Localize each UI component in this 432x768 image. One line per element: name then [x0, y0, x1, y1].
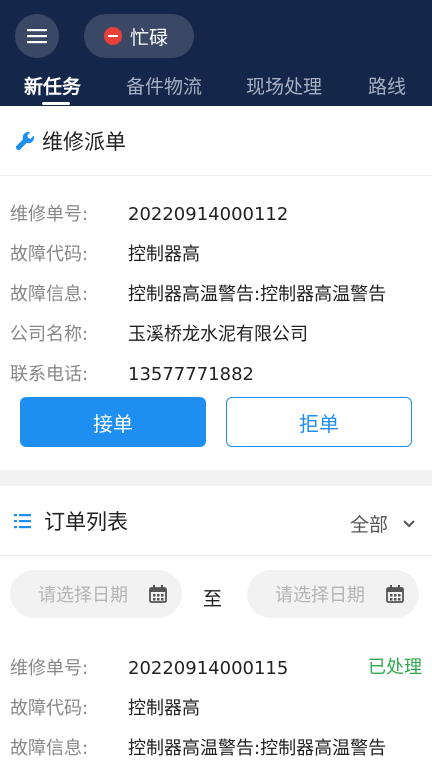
- field-label: 公司名称:: [10, 324, 89, 345]
- wrench-icon: [15, 131, 35, 150]
- field-value: 控制器高: [128, 698, 200, 719]
- busy-icon: [104, 27, 122, 45]
- date-placeholder: 请选择日期: [275, 585, 365, 606]
- end-date-input[interactable]: 请选择日期: [247, 570, 419, 618]
- tab-onsite[interactable]: 现场处理: [246, 72, 322, 99]
- calendar-icon: [386, 585, 404, 603]
- start-date-input[interactable]: 请选择日期: [10, 570, 182, 618]
- menu-button[interactable]: [15, 14, 59, 58]
- field-value: 20220914000112: [128, 204, 289, 225]
- field-value: 玉溪桥龙水泥有限公司: [128, 324, 308, 345]
- field-label: 维修单号:: [10, 204, 89, 225]
- field-label: 故障代码:: [10, 244, 89, 265]
- reject-button[interactable]: 拒单: [226, 397, 412, 447]
- field-value: 控制器高温警告:控制器高温警告: [128, 284, 387, 305]
- field-fault-code: 故障代码: 控制器高: [10, 240, 200, 266]
- field-value: 20220914000115: [128, 658, 289, 679]
- active-tab-indicator: [42, 102, 70, 105]
- dispatch-header: 维修派单: [0, 106, 432, 176]
- field-value: 13577771882: [128, 364, 254, 385]
- app-header: 忙碌 新任务 备件物流 现场处理 路线: [0, 0, 432, 106]
- calendar-icon: [149, 585, 167, 603]
- field-fault-info: 故障信息: 控制器高温警告:控制器高温警告: [10, 734, 386, 760]
- chevron-down-icon: [403, 519, 415, 527]
- field-value: 控制器高温警告:控制器高温警告: [128, 738, 387, 759]
- filter-value: 全部: [349, 514, 388, 536]
- status-label: 忙碌: [130, 26, 169, 49]
- date-separator: 至: [203, 588, 223, 610]
- orders-card: 订单列表 全部 请选择日期 至 请选择日期 已处理 维修单号: 20220914…: [0, 486, 432, 768]
- field-order-no: 维修单号: 20220914000112: [10, 200, 288, 226]
- tab-new-task[interactable]: 新任务: [24, 72, 81, 99]
- field-label: 故障信息:: [10, 738, 89, 759]
- order-status-badge: 已处理: [368, 657, 422, 678]
- field-label: 联系电话:: [10, 364, 89, 385]
- orders-title: 订单列表: [44, 509, 128, 534]
- tab-bar: 新任务 备件物流 现场处理 路线: [0, 66, 432, 106]
- date-placeholder: 请选择日期: [38, 585, 128, 606]
- list-icon: [14, 513, 31, 528]
- status-filter-dropdown[interactable]: 全部: [350, 510, 416, 537]
- field-label: 维修单号:: [10, 658, 89, 679]
- dispatch-card: 维修派单 维修单号: 20220914000112 故障代码: 控制器高 故障信息:…: [0, 106, 432, 470]
- dispatch-title: 维修派单: [42, 129, 126, 154]
- field-company: 公司名称: 玉溪桥龙水泥有限公司: [10, 320, 308, 346]
- tab-route[interactable]: 路线: [368, 72, 406, 99]
- tab-parts-logistics[interactable]: 备件物流: [126, 72, 202, 99]
- field-label: 故障信息:: [10, 284, 89, 305]
- field-fault-info: 故障信息: 控制器高温警告:控制器高温警告: [10, 280, 386, 306]
- menu-icon: [27, 29, 47, 44]
- field-fault-code: 故障代码: 控制器高: [10, 694, 200, 720]
- field-order-no: 维修单号: 20220914000115: [10, 654, 288, 680]
- field-label: 故障代码:: [10, 698, 89, 719]
- accept-button[interactable]: 接单: [20, 397, 206, 447]
- field-value: 控制器高: [128, 244, 200, 265]
- date-range-filter: 请选择日期 至 请选择日期: [0, 556, 432, 626]
- status-toggle[interactable]: 忙碌: [84, 14, 194, 58]
- field-phone: 联系电话: 13577771882: [10, 360, 254, 386]
